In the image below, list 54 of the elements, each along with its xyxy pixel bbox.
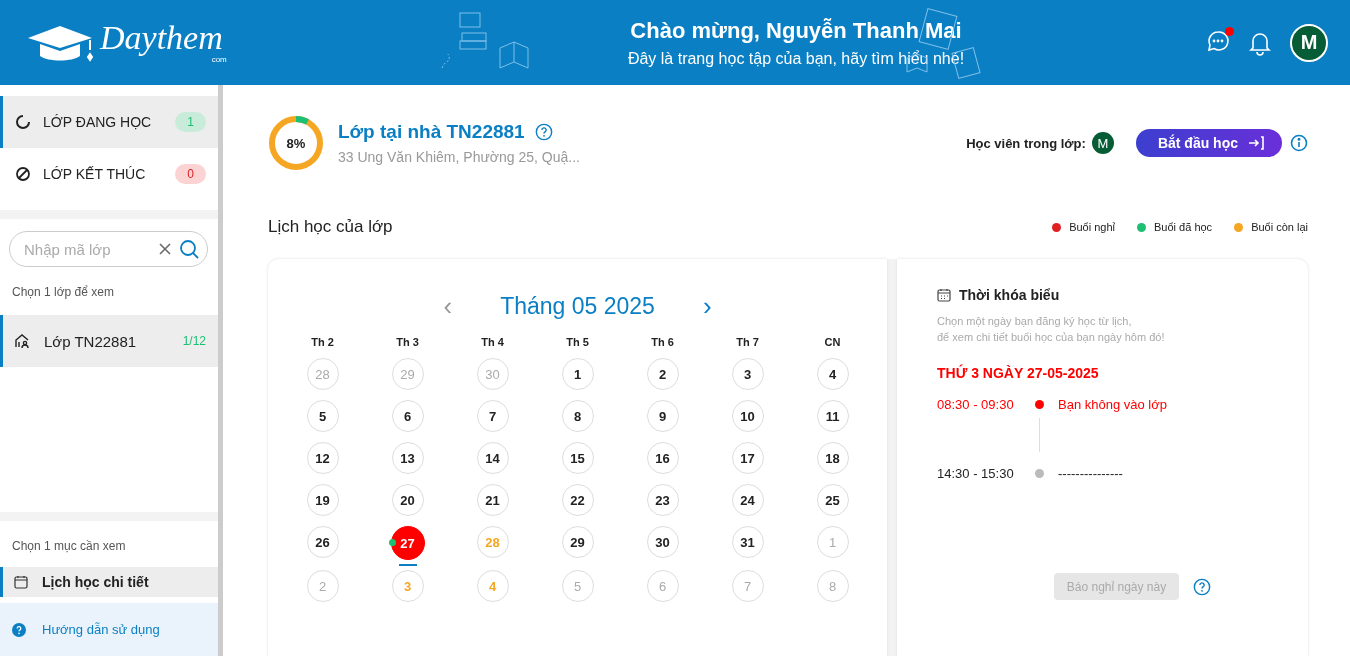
help-icon[interactable] xyxy=(534,123,553,141)
section-item[interactable]: Lịch học chi tiết xyxy=(0,567,218,597)
selected-date: THỨ 3 NGÀY 27-05-2025 xyxy=(937,365,1100,381)
clear-icon[interactable] xyxy=(159,243,171,255)
count-badge: 1 xyxy=(175,112,206,132)
session-status-dot xyxy=(1035,400,1044,409)
students-label: Học viên trong lớp: xyxy=(966,135,1086,151)
class-progress: 1/12 xyxy=(182,334,206,348)
calendar-icon xyxy=(937,288,951,302)
timetable-hint: Chọn một ngày bạn đăng ký học từ lịch, để xem chi tiết buổi học của bạn ngày hôm đó! xyxy=(937,314,1166,345)
class-status-tab[interactable]: LỚP ĐANG HỌC 1 xyxy=(0,96,218,148)
weekday-label: Th 4 xyxy=(481,336,504,348)
count-badge: 0 xyxy=(175,164,206,184)
weekday-label: CN xyxy=(824,336,841,348)
blocked-icon xyxy=(15,166,31,182)
question-icon xyxy=(12,622,26,637)
weekday-label: Th 7 xyxy=(736,336,759,348)
class-address: 33 Ung Văn Khiêm, Phường 25, Quậ... xyxy=(338,149,581,165)
section-hint: Chọn 1 mục cần xem xyxy=(11,539,127,553)
legend-label: Buổi nghỉ xyxy=(1069,221,1115,233)
month-title: Tháng 05 2025 xyxy=(500,293,655,320)
calendar-icon xyxy=(14,575,28,589)
session-status: Bạn không vào lớp xyxy=(1058,397,1167,412)
student-avatar[interactable]: M xyxy=(1091,132,1114,154)
info-icon[interactable] xyxy=(1290,134,1308,152)
welcome-title: Chào mừng, Nguyễn Thanh Mai xyxy=(630,17,962,44)
logo-text: Daythem xyxy=(100,21,224,55)
weekday-label: Th 3 xyxy=(396,336,419,348)
enter-icon xyxy=(1248,136,1264,150)
class-hint: Chọn 1 lớp để xem xyxy=(11,285,115,299)
class-item[interactable]: Lớp TN22881 1/12 xyxy=(0,315,218,367)
progress-ring: 8% xyxy=(268,115,324,171)
weekday-label: Th 2 xyxy=(311,336,334,348)
weekday-label: Th 5 xyxy=(566,336,589,348)
timetable-title: Thời khóa biểu xyxy=(959,287,1060,303)
session-time: 08:30 - 09:30 xyxy=(937,397,1015,412)
next-month-button[interactable]: › xyxy=(694,291,720,322)
legend-label: Buổi đã học xyxy=(1154,221,1213,233)
welcome-subtitle: Đây là trang học tập của bạn, hãy tìm hiểu nhé! xyxy=(627,49,965,68)
help-icon[interactable] xyxy=(1193,577,1212,596)
start-learning-button[interactable]: Bắt đầu học xyxy=(1135,129,1282,157)
home-person-icon xyxy=(14,333,30,349)
user-avatar[interactable]: M xyxy=(1290,23,1328,62)
spinner-icon xyxy=(15,114,31,130)
weekday-label: Th 6 xyxy=(651,336,674,348)
search-icon[interactable] xyxy=(179,239,199,259)
legend-label: Buổi còn lại xyxy=(1251,221,1308,233)
session-time: 14:30 - 15:30 xyxy=(937,466,1015,481)
logo-suffix: com xyxy=(211,55,227,64)
class-title: Lớp tại nhà TN22881 xyxy=(338,121,525,143)
session-status: --------------- xyxy=(1058,466,1123,481)
session-status-dot xyxy=(1035,469,1044,478)
help-link[interactable]: Hướng dẫn sử dụng xyxy=(0,603,218,656)
schedule-title: Lịch học của lớp xyxy=(268,217,394,237)
